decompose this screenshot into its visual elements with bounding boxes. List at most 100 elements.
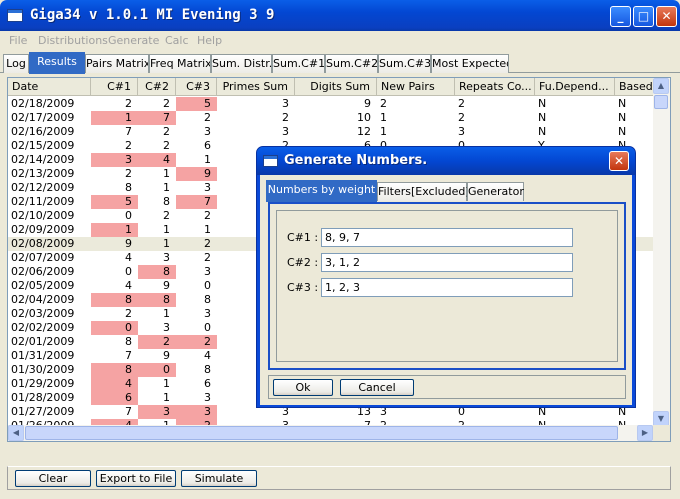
maximize-button[interactable]: □ bbox=[633, 6, 654, 27]
menu-generate[interactable]: Generate bbox=[108, 34, 159, 47]
tab-sum-distr[interactable]: Sum. Distr. bbox=[211, 54, 272, 73]
table-cell: 01/30/2009 bbox=[11, 363, 75, 376]
column-header[interactable]: Based O bbox=[615, 78, 654, 96]
dialog-close-button[interactable]: ✕ bbox=[609, 151, 629, 171]
horizontal-scroll-thumb[interactable] bbox=[25, 426, 618, 440]
table-cell: 1 bbox=[163, 377, 170, 390]
simulate-button[interactable]: Simulate bbox=[181, 470, 257, 487]
table-cell: 01/31/2009 bbox=[11, 349, 75, 362]
table-cell: 02/17/2009 bbox=[11, 111, 75, 124]
table-cell: 3 bbox=[204, 307, 211, 320]
column-header[interactable]: Digits Sum bbox=[295, 78, 377, 96]
tab-freq-matrix[interactable]: Freq Matrix bbox=[149, 54, 211, 73]
table-cell: 6 bbox=[91, 391, 138, 405]
table-cell: 2 bbox=[204, 111, 211, 124]
tab-sum-c2[interactable]: Sum.C#2 bbox=[325, 54, 378, 73]
table-cell: 2 bbox=[125, 139, 132, 152]
c3-input[interactable]: 1, 2, 3 bbox=[321, 278, 573, 297]
tab-pairs-matrix[interactable]: Pairs Matrix bbox=[85, 54, 149, 73]
column-header[interactable]: Primes Sum bbox=[217, 78, 295, 96]
table-cell: 4 bbox=[204, 349, 211, 362]
minimize-button[interactable]: _ bbox=[610, 6, 631, 27]
column-header[interactable]: New Pairs bbox=[377, 78, 455, 96]
table-cell: 5 bbox=[91, 195, 138, 209]
table-cell: 3 bbox=[204, 391, 211, 404]
table-cell: 3 bbox=[204, 265, 211, 278]
vertical-scrollbar[interactable]: ▲ ▼ bbox=[653, 78, 670, 427]
table-cell: 1 bbox=[163, 237, 170, 250]
table-cell: 02/04/2009 bbox=[11, 293, 75, 306]
column-header[interactable]: C#1 bbox=[91, 78, 138, 96]
column-header[interactable]: Date bbox=[8, 78, 91, 96]
table-cell: 8 bbox=[91, 293, 138, 307]
c3-label: C#3 : bbox=[287, 281, 319, 294]
table-cell: 6 bbox=[204, 139, 211, 152]
tab-results[interactable]: Results bbox=[29, 52, 85, 74]
scroll-corner bbox=[653, 425, 670, 441]
title-bar: Giga34 v 1.0.1 MI Evening 3 9 _ □ ✕ bbox=[0, 0, 680, 31]
menu-bar: File Distributions Generate Calc Help bbox=[0, 31, 680, 50]
table-cell: 1 bbox=[204, 223, 211, 236]
table-cell: 2 bbox=[125, 97, 132, 110]
column-header[interactable]: C#2 bbox=[138, 78, 176, 96]
menu-distributions[interactable]: Distributions bbox=[38, 34, 108, 47]
scroll-up-icon[interactable]: ▲ bbox=[653, 78, 669, 94]
menu-help[interactable]: Help bbox=[197, 34, 222, 47]
tab-most-expected[interactable]: Most Expected bbox=[431, 54, 509, 73]
table-cell: 10 bbox=[357, 111, 371, 124]
table-cell: 02/13/2009 bbox=[11, 167, 75, 180]
table-cell: 7 bbox=[125, 405, 132, 418]
table-cell: 3 bbox=[176, 405, 217, 419]
table-cell: 1 bbox=[163, 181, 170, 194]
table-row[interactable]: 02/18/2009 2 2 5 3 9 2 2 N N bbox=[8, 97, 654, 111]
tab-sum-c1[interactable]: Sum.C#1 bbox=[272, 54, 325, 73]
table-cell: 9 bbox=[125, 237, 132, 250]
table-cell: 0 bbox=[91, 321, 138, 335]
table-cell: 7 bbox=[125, 125, 132, 138]
table-cell: 1 bbox=[163, 223, 170, 236]
app-icon bbox=[7, 9, 23, 22]
vertical-scroll-thumb[interactable] bbox=[654, 95, 668, 109]
column-header[interactable]: Fu.Depend... bbox=[535, 78, 615, 96]
table-cell: 02/03/2009 bbox=[11, 307, 75, 320]
table-cell: 02/16/2009 bbox=[11, 125, 75, 138]
table-cell: 8 bbox=[138, 265, 176, 279]
table-cell: 2 bbox=[125, 307, 132, 320]
table-cell: 7 bbox=[125, 349, 132, 362]
table-cell: 2 bbox=[458, 97, 465, 110]
close-button[interactable]: ✕ bbox=[656, 6, 677, 27]
table-cell: 2 bbox=[163, 97, 170, 110]
c2-input[interactable]: 3, 1, 2 bbox=[321, 253, 573, 272]
menu-calc[interactable]: Calc bbox=[165, 34, 189, 47]
scroll-right-icon[interactable]: ▶ bbox=[637, 425, 653, 441]
menu-file[interactable]: File bbox=[9, 34, 27, 47]
clear-button[interactable]: Clear bbox=[15, 470, 91, 487]
scroll-left-icon[interactable]: ◀ bbox=[8, 425, 24, 441]
table-cell: 01/28/2009 bbox=[11, 391, 75, 404]
c1-input[interactable]: 8, 9, 7 bbox=[321, 228, 573, 247]
horizontal-scrollbar[interactable]: ◀ ▶ bbox=[8, 425, 654, 441]
table-cell: 7 bbox=[138, 111, 176, 125]
table-cell: 2 bbox=[282, 111, 289, 124]
table-row[interactable]: 02/16/2009 7 2 3 3 12 1 3 N N bbox=[8, 125, 654, 139]
table-cell: 02/01/2009 bbox=[11, 335, 75, 348]
table-cell: N bbox=[538, 111, 547, 124]
table-cell: 4 bbox=[91, 377, 138, 391]
tab-log[interactable]: Log bbox=[3, 54, 29, 73]
tab-filters-excluded[interactable]: Filters[Excluded] bbox=[377, 182, 470, 201]
tab-sum-c3[interactable]: Sum.C#3 bbox=[378, 54, 431, 73]
table-row[interactable]: 02/17/2009 1 7 2 2 10 1 2 N N bbox=[8, 111, 654, 125]
export-to-file-button[interactable]: Export to File bbox=[96, 470, 176, 487]
ok-button[interactable]: Ok bbox=[273, 379, 333, 396]
column-header[interactable]: C#3 bbox=[176, 78, 217, 96]
grid-header: Date C#1 C#2 C#3 Primes Sum Digits Sum New Pai… bbox=[8, 78, 654, 96]
tab-generator[interactable]: Generator bbox=[467, 182, 524, 201]
table-cell: 01/29/2009 bbox=[11, 377, 75, 390]
table-cell: 9 bbox=[163, 279, 170, 292]
table-cell: 2 bbox=[204, 237, 211, 250]
table-cell: 12 bbox=[357, 125, 371, 138]
column-header[interactable]: Repeats Co... bbox=[455, 78, 535, 96]
tab-numbers-by-weight[interactable]: Numbers by weight bbox=[266, 180, 377, 202]
table-cell: 2 bbox=[163, 209, 170, 222]
cancel-button[interactable]: Cancel bbox=[340, 379, 414, 396]
